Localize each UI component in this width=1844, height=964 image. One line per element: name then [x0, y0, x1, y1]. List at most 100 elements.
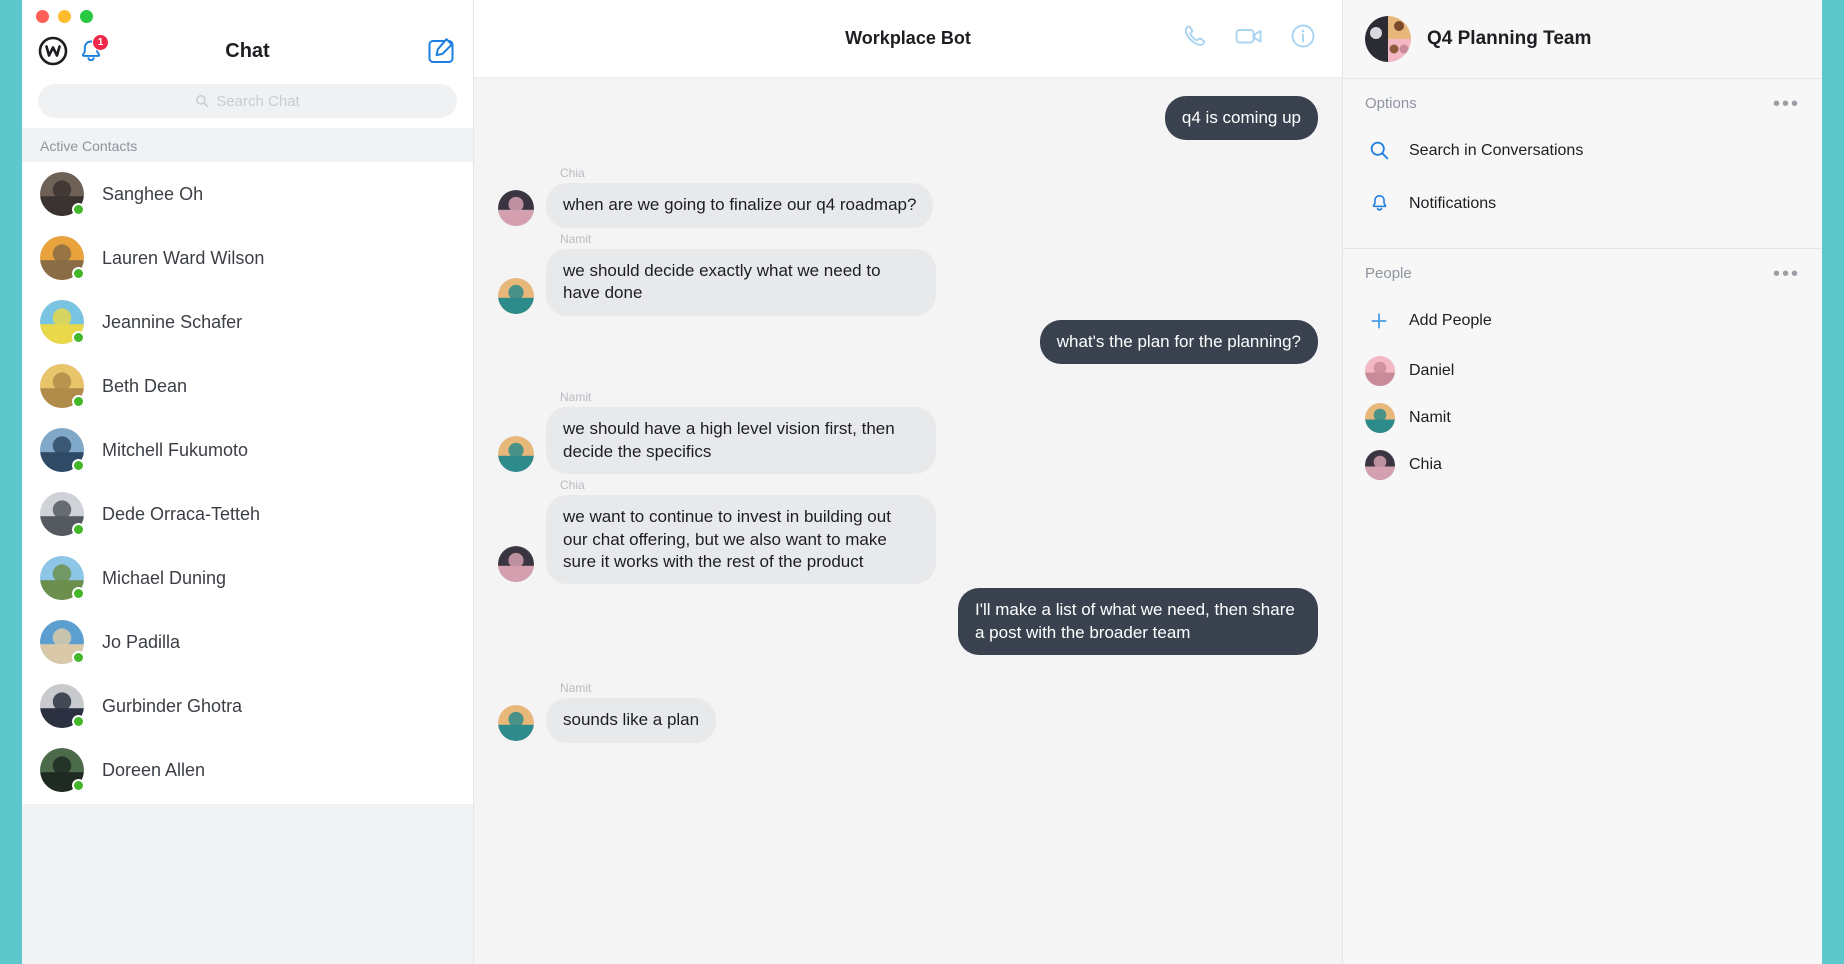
sidebar-empty-area [22, 804, 473, 964]
online-status-indicator [72, 267, 85, 280]
online-status-indicator [72, 331, 85, 344]
sidebar-header: 1 Chat [22, 24, 473, 78]
group-name: Q4 Planning Team [1427, 28, 1592, 49]
option-notifications[interactable]: Notifications [1365, 177, 1800, 230]
notifications-bell-icon[interactable]: 1 [76, 34, 109, 66]
online-status-indicator [72, 587, 85, 600]
message-bubble-outgoing: q4 is coming up [1164, 96, 1318, 141]
compose-message-icon[interactable] [427, 37, 455, 65]
message-bubble-incoming: we should have a high level vision first… [546, 407, 936, 475]
active-contacts-label: Active Contacts [22, 128, 473, 162]
message-avatar [498, 704, 534, 741]
search-container: Search Chat [22, 78, 473, 128]
online-status-indicator [72, 459, 85, 472]
close-window-button[interactable] [36, 9, 49, 23]
options-section: Options ••• Search in Conversations Noti… [1343, 78, 1822, 248]
message-row: Namit we should decide exactly what we ne… [498, 232, 1318, 316]
message-bubble-incoming: we want to continue to invest in buildin… [546, 495, 936, 585]
option-search-in-conversations[interactable]: Search in Conversations [1365, 124, 1800, 177]
online-status-indicator [72, 651, 85, 664]
people-list-item[interactable]: Daniel [1365, 347, 1800, 394]
message-sender-name: Namit [560, 390, 592, 405]
message-avatar [498, 436, 534, 473]
sidebar: 1 Chat Search Chat Active Contacts Sangh… [22, 0, 474, 964]
avatar [40, 300, 85, 344]
search-icon [196, 95, 209, 108]
message-row: what's the plan for the planning? [498, 319, 1318, 365]
chat-header-actions [1182, 23, 1316, 54]
avatar [1365, 355, 1395, 386]
contact-row[interactable]: Mitchell Fukumoto [22, 418, 473, 482]
people-list: Daniel Namit Chia [1365, 347, 1800, 488]
minimize-window-button[interactable] [58, 9, 71, 23]
message-avatar [498, 546, 534, 583]
contact-row[interactable]: Doreen Allen [22, 738, 473, 802]
message-row: Namit sounds like a plan [498, 681, 1318, 743]
contact-name: Lauren Ward Wilson [102, 247, 265, 268]
phone-icon[interactable] [1182, 23, 1208, 54]
chat-header: Workplace Bot [474, 0, 1342, 78]
contact-name: Michael Duning [102, 567, 227, 588]
info-icon[interactable] [1290, 23, 1316, 54]
online-status-indicator [72, 523, 85, 536]
contact-row[interactable]: Lauren Ward Wilson [22, 226, 473, 290]
video-icon[interactable] [1234, 23, 1264, 54]
message-bubble-incoming: we should decide exactly what we need to… [546, 248, 936, 316]
avatar [1365, 402, 1395, 433]
search-input[interactable]: Search Chat [38, 84, 457, 118]
people-list-item[interactable]: Chia [1365, 441, 1800, 488]
contact-row[interactable]: Sanghee Oh [22, 162, 473, 226]
options-ellipsis-icon[interactable]: ••• [1773, 94, 1800, 114]
people-section-header: People ••• [1365, 264, 1800, 284]
message-row: I'll make a list of what we need, then s… [498, 588, 1318, 656]
contact-name: Sanghee Oh [102, 183, 204, 204]
message-row: Namit we should have a high level vision … [498, 390, 1318, 475]
contact-row[interactable]: Jo Padilla [22, 610, 473, 674]
people-section: People ••• Add People Daniel Namit Chia [1343, 248, 1822, 506]
group-avatar [1365, 16, 1411, 62]
online-status-indicator [72, 779, 85, 792]
contact-row[interactable]: Dede Orraca-Tetteh [22, 482, 473, 546]
avatar [40, 492, 85, 536]
details-panel: Q4 Planning Team Options ••• Search in C… [1342, 0, 1822, 964]
add-people-label: Add People [1409, 311, 1492, 329]
contact-name: Jo Padilla [102, 631, 181, 652]
message-row: q4 is coming up [498, 96, 1318, 141]
options-section-header: Options ••• [1365, 94, 1800, 114]
avatar [1365, 449, 1395, 480]
people-ellipsis-icon[interactable]: ••• [1773, 264, 1800, 284]
option-label: Search in Conversations [1409, 141, 1584, 159]
contact-row[interactable]: Jeannine Schafer [22, 290, 473, 354]
contact-row[interactable]: Beth Dean [22, 354, 473, 418]
option-label: Notifications [1409, 194, 1497, 212]
message-bubble-outgoing: what's the plan for the planning? [1039, 319, 1318, 365]
contact-row[interactable]: Michael Duning [22, 546, 473, 610]
avatar [40, 428, 85, 472]
message-sender-name: Chia [560, 166, 585, 181]
avatar [40, 556, 85, 600]
message-sender-name: Namit [560, 681, 592, 696]
workplace-logo-icon[interactable] [38, 36, 68, 66]
person-name: Chia [1409, 455, 1442, 473]
online-status-indicator [72, 203, 85, 216]
contact-name: Beth Dean [102, 375, 188, 396]
plus-icon [1365, 311, 1393, 331]
people-list-item[interactable]: Namit [1365, 394, 1800, 441]
message-avatar [498, 189, 534, 226]
window-controls [22, 0, 473, 24]
maximize-window-button[interactable] [80, 9, 93, 23]
contact-name: Dede Orraca-Tetteh [102, 503, 261, 524]
message-row: Chia we want to continue to invest in bui… [498, 478, 1318, 585]
contact-row[interactable]: Gurbinder Ghotra [22, 674, 473, 738]
person-name: Namit [1409, 408, 1451, 426]
people-title: People [1365, 265, 1412, 282]
avatar [40, 748, 85, 792]
contacts-list: Sanghee Oh Lauren Ward Wilson Jeannine Sch… [22, 162, 473, 804]
contact-name: Doreen Allen [102, 759, 206, 780]
message-row: Chia when are we going to finalize our q4… [498, 166, 1318, 228]
avatar [40, 620, 85, 664]
add-people-button[interactable]: Add People [1365, 294, 1800, 347]
bell-icon [1365, 193, 1393, 214]
